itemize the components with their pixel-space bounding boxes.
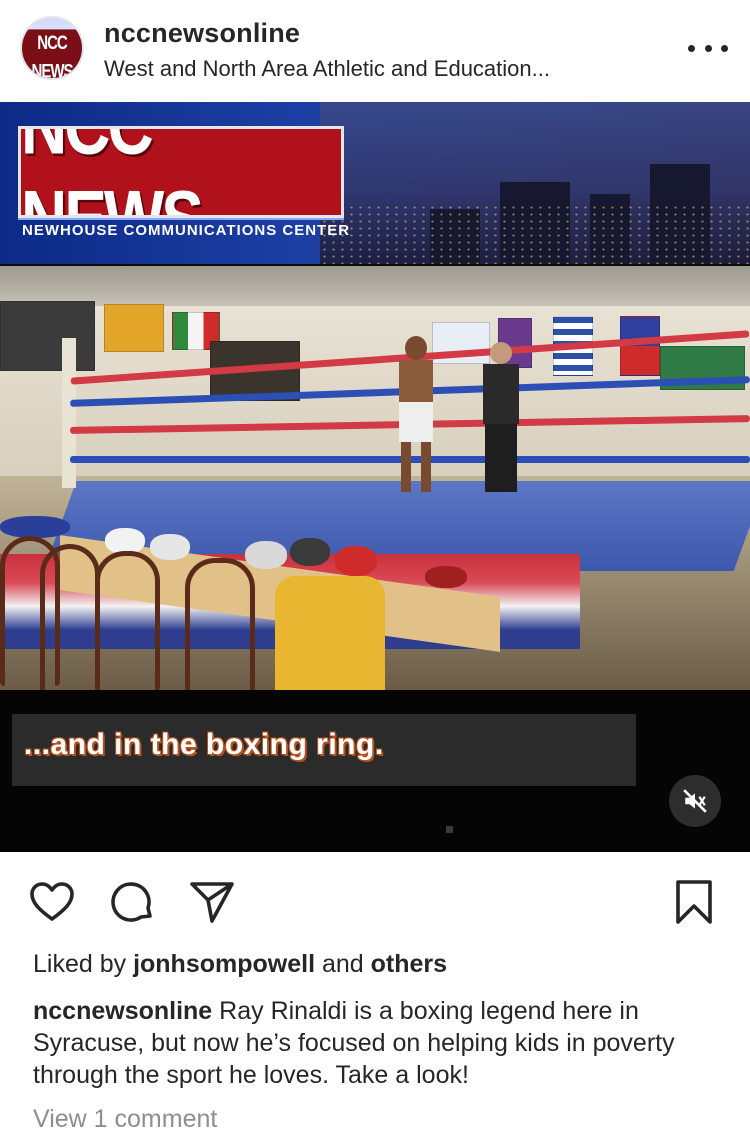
profile-avatar[interactable]: NCC NEWS (20, 16, 84, 80)
likes-middle: and (315, 950, 371, 978)
chair (40, 544, 100, 690)
chair (185, 558, 255, 690)
boxing-glove (0, 516, 70, 538)
wall-flag (620, 316, 660, 376)
news-banner: NCC NEWS NEWHOUSE COMMUNICATIONS CENTER (0, 102, 750, 264)
comment-icon[interactable] (108, 878, 156, 926)
boxer-figure (395, 336, 437, 494)
logo-divider (18, 218, 344, 220)
wall-poster (0, 301, 95, 371)
action-bar (0, 852, 750, 948)
yellow-shirt (275, 576, 385, 690)
post-username[interactable]: nccnewsonline (104, 18, 300, 49)
post-caption: nccnewsonline Ray Rinaldi is a boxing le… (33, 995, 733, 1091)
post-header: NCC NEWS nccnewsonline West and North Ar… (0, 0, 750, 102)
more-options-icon[interactable] (688, 36, 728, 60)
post-video[interactable]: NCC NEWS NEWHOUSE COMMUNICATIONS CENTER (0, 102, 750, 852)
bookmark-icon[interactable] (670, 878, 718, 926)
logo-title: NCC NEWS (21, 129, 341, 215)
avatar-logo-text: NCC NEWS (22, 29, 82, 78)
boxing-glove (335, 546, 377, 576)
paper-plane-icon[interactable] (188, 878, 236, 926)
video-subtitle: ...and in the boxing ring. (24, 728, 384, 761)
trainer-figure (480, 342, 522, 492)
likes-prefix: Liked by (33, 950, 134, 978)
boxing-glove (425, 566, 467, 588)
boxing-glove (245, 541, 287, 569)
liked-by-user[interactable]: jonhsompowell (133, 950, 315, 978)
wall-flag (104, 304, 164, 352)
logo-subtitle: NEWHOUSE COMMUNICATIONS CENTER (22, 222, 351, 239)
ring-corner-post (62, 338, 76, 488)
gym-ceiling (0, 266, 750, 306)
more-dot (704, 44, 712, 52)
boxing-glove (290, 538, 330, 566)
muted-speaker-icon[interactable] (669, 775, 721, 827)
boxing-gym-scene (0, 266, 750, 690)
likes-others[interactable]: others (371, 950, 447, 978)
skyline-lights (320, 204, 750, 264)
boxing-glove (150, 534, 190, 560)
view-comments-link[interactable]: View 1 comment (33, 1105, 217, 1134)
caption-username[interactable]: nccnewsonline (33, 997, 212, 1025)
more-dot (688, 44, 695, 52)
ncc-news-logo: NCC NEWS (18, 126, 344, 218)
likes-summary[interactable]: Liked by jonhsompowell and others (33, 950, 447, 979)
chair (95, 551, 160, 690)
more-dot (721, 44, 728, 52)
post-location[interactable]: West and North Area Athletic and Educati… (104, 56, 550, 82)
heart-icon[interactable] (28, 878, 76, 926)
video-indicator (446, 826, 453, 833)
